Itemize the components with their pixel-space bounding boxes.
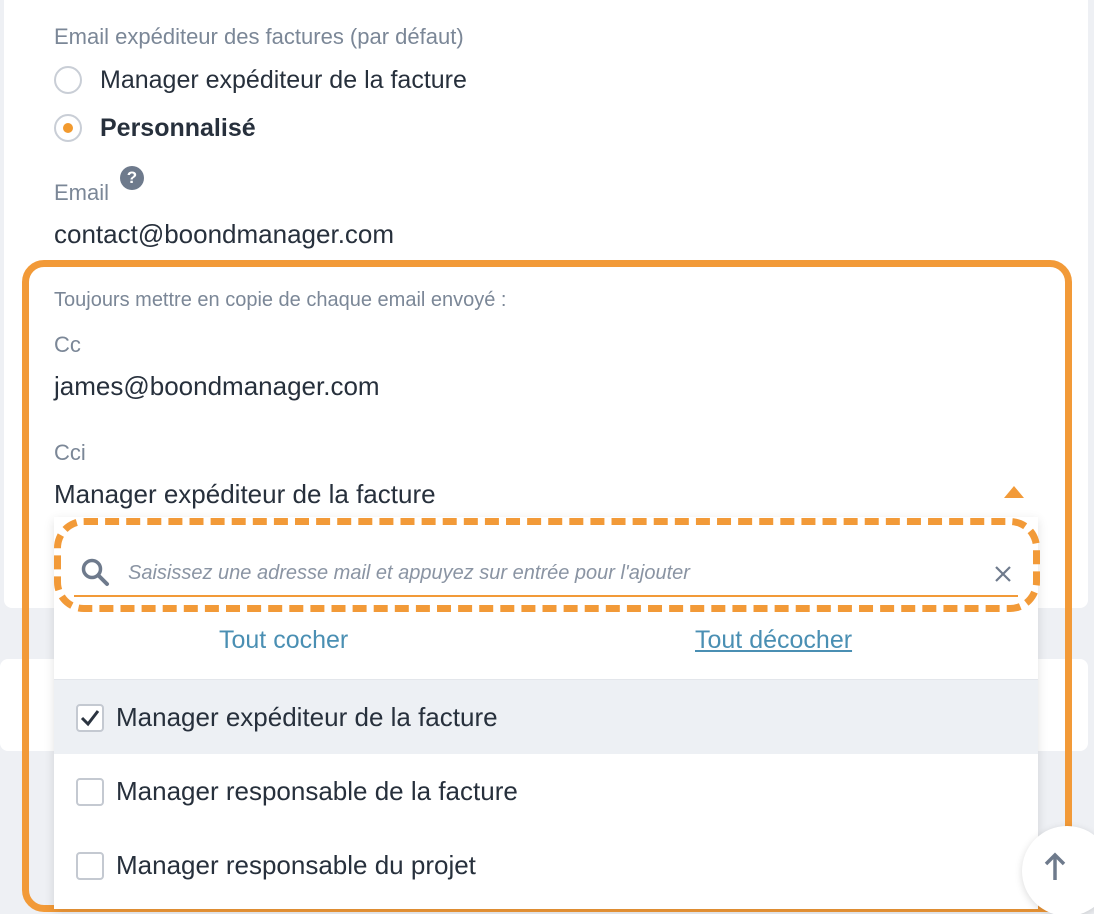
checkbox[interactable]: [76, 852, 104, 880]
sender-section-label: Email expéditeur des factures (par défau…: [54, 24, 464, 49]
check-all-link[interactable]: Tout cocher: [219, 626, 348, 655]
option-label: Manager responsable du projet: [116, 850, 476, 880]
check-icon: [80, 710, 100, 727]
copy-section-title: Toujours mettre en copie de chaque email…: [54, 289, 507, 311]
dropdown-option[interactable]: Manager responsable de la facture: [54, 754, 1038, 828]
radio-option-manager-sender[interactable]: Manager expéditeur de la facture: [54, 64, 654, 96]
cci-label: Cci: [54, 440, 86, 465]
radio-button[interactable]: [54, 66, 82, 94]
radio-option-label: Manager expéditeur de la facture: [100, 66, 467, 94]
cci-select-value[interactable]: Manager expéditeur de la facture: [54, 479, 436, 510]
radio-option-custom[interactable]: Personnalisé: [54, 112, 654, 144]
dropdown-option[interactable]: Manager responsable du projet: [54, 828, 1038, 902]
help-icon[interactable]: ?: [120, 166, 144, 190]
checkbox-checked[interactable]: [76, 704, 104, 732]
email-value[interactable]: contact@boondmanager.com: [54, 219, 394, 250]
cc-value[interactable]: james@boondmanager.com: [54, 371, 380, 402]
arrow-up-icon: [1044, 852, 1066, 880]
uncheck-all-link[interactable]: Tout décocher: [695, 626, 852, 655]
cc-label: Cc: [54, 332, 81, 357]
option-label: Manager responsable de la facture: [116, 776, 518, 806]
option-label: Manager expéditeur de la facture: [116, 702, 498, 732]
dropdown-option[interactable]: Manager expéditeur de la facture: [54, 680, 1038, 754]
radio-option-label: Personnalisé: [100, 114, 256, 142]
checkbox[interactable]: [76, 778, 104, 806]
radio-button-checked[interactable]: [54, 114, 82, 142]
email-label: Email: [54, 180, 110, 205]
search-highlight-frame: [54, 518, 1040, 612]
caret-up-icon[interactable]: [1004, 486, 1024, 498]
